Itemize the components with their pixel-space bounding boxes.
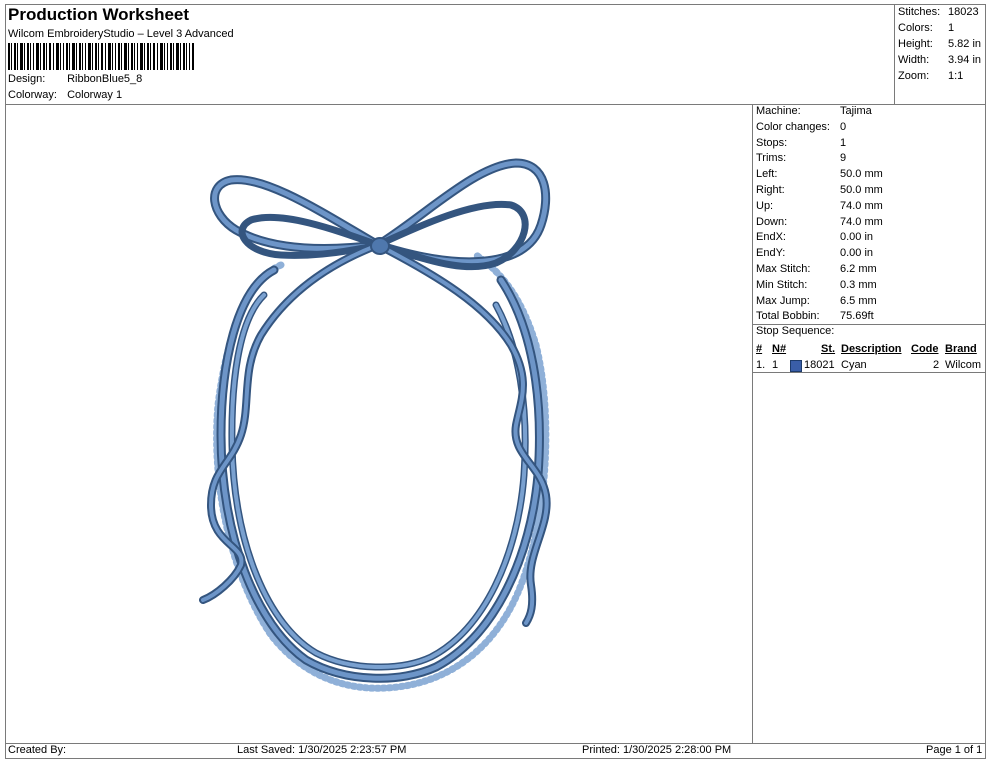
barcode [8,43,194,70]
row-code: 2 [933,359,940,371]
col-st-header: St. [821,343,836,355]
info-row: EndX: 0.00 in [756,230,986,246]
stat-label: Height: [898,38,933,50]
col-brand-header: Brand [945,343,977,355]
row-num: 1. [756,359,766,371]
embroidery-design-preview [199,158,551,692]
info-divider [752,104,753,744]
row-brand: Wilcom [945,359,982,371]
info-label: Trims: [756,152,787,165]
stat-value: 1:1 [948,70,964,82]
info-label: EndY: [756,247,786,260]
design-label: Design: [8,73,46,85]
info-row: Trims: 9 [756,151,986,167]
row-stitches: 18021 [804,359,835,371]
row-n: 1 [772,359,779,371]
table-row: 1. 1 18021 Cyan 2 Wilcom [756,357,986,373]
software-name: Wilcom EmbroideryStudio – Level 3 Advanc… [8,28,234,40]
stat-height: Height: 5.82 in [898,36,986,52]
info-value: 74.0 mm [840,199,883,212]
oval-outer-strand-highlight [218,267,542,681]
info-value: 50.0 mm [840,183,883,196]
stat-label: Stitches: [898,6,941,18]
design-row: Design: RibbonBlue5_8 [8,73,142,85]
info-row: Right: 50.0 mm [756,183,986,199]
info-row: Up: 74.0 mm [756,199,986,215]
page-number: Page 1 of 1 [926,744,983,756]
info-row: Stops: 1 [756,136,986,152]
printed-date: Printed: 1/30/2025 2:28:00 PM [582,744,732,756]
info-label: Machine: [756,105,801,117]
info-row: Left: 50.0 mm [756,167,986,183]
stat-value: 5.82 in [948,38,982,50]
info-row: Max Stitch: 6.2 mm [756,262,986,278]
info-value: Tajima [840,105,872,117]
info-label: Color changes: [756,120,830,133]
stat-label: Colors: [898,22,933,34]
colorway-value: Colorway 1 [67,89,123,101]
info-value: 50.0 mm [840,168,883,181]
info-row: Max Jump: 6.5 mm [756,294,986,310]
stat-zoom: Zoom: 1:1 [898,68,986,84]
info-value: 74.0 mm [840,215,883,228]
stat-colors: Colors: 1 [898,20,986,36]
stat-value: 1 [948,22,955,34]
info-label: Total Bobbin: [756,310,820,323]
page-title: Production Worksheet [8,5,190,24]
info-value: 0.00 in [840,247,874,260]
design-value: RibbonBlue5_8 [67,73,143,85]
info-value: 6.2 mm [840,262,877,275]
stop-sequence-title: Stop Sequence: [756,325,835,337]
info-row: Down: 74.0 mm [756,215,986,231]
col-code-header: Code [911,343,939,355]
stat-value: 18023 [948,6,979,18]
info-label: Stops: [756,136,788,149]
stat-width: Width: 3.94 in [898,52,986,68]
info-label: Max Jump: [756,294,810,307]
info-label: Up: [756,199,774,212]
info-label: Max Stitch: [756,262,811,275]
info-label: Min Stitch: [756,278,808,291]
info-value: 0.3 mm [840,278,877,291]
info-row: EndY: 0.00 in [756,246,986,262]
stats-divider [894,4,895,104]
info-value: 6.5 mm [840,294,877,307]
stat-value: 3.94 in [948,54,982,66]
bow-knot [370,237,390,255]
footer-divider [5,743,986,744]
row-description: Cyan [841,359,867,371]
info-value: 9 [840,152,847,165]
machine-info: Machine: Tajima Color changes: 0 Stops: 1 T… [756,104,986,325]
stat-label: Zoom: [898,70,930,82]
info-value: 1 [840,136,847,149]
info-row: Machine: Tajima [756,104,986,120]
oval-inner-strand-highlight [229,293,528,669]
info-label: EndX: [756,231,786,244]
info-row: Color changes: 0 [756,120,986,136]
colorway-label: Colorway: [8,89,57,101]
col-n-header: N# [772,343,787,355]
stat-label: Width: [898,54,930,66]
info-value: 75.69ft [840,310,874,323]
stop-table-header: # N# St. Description Code Brand [756,341,986,357]
stop-sequence-table: # N# St. Description Code Brand 1. 1 180… [756,341,986,373]
colorway-row: Colorway: Colorway 1 [8,89,122,101]
created-by: Created By: [8,744,67,756]
last-saved: Last Saved: 1/30/2025 2:23:57 PM [237,744,407,756]
color-swatch [790,360,802,372]
info-label: Down: [756,215,788,228]
col-description-header: Description [841,343,902,355]
info-row: Total Bobbin: 75.69ft [756,309,986,325]
info-value: 0.00 in [840,231,874,244]
design-stats: Stitches: 18023 Colors: 1 Height: 5.82 in W… [898,4,986,84]
col-num-header: # [756,343,763,355]
stat-stitches: Stitches: 18023 [898,4,986,20]
info-value: 0 [840,120,847,133]
info-row: Min Stitch: 0.3 mm [756,278,986,294]
info-label: Left: [756,168,778,181]
info-label: Right: [756,183,785,196]
